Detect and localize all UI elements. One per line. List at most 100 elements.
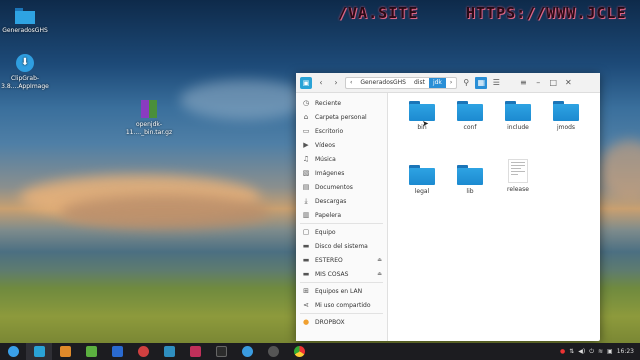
file-item-legal[interactable]: legal bbox=[402, 165, 442, 195]
photos-icon bbox=[163, 346, 175, 357]
forward-icon[interactable]: › bbox=[330, 77, 342, 89]
sidebar-item-label: Carpeta personal bbox=[315, 113, 367, 121]
sidebar-item-documentos[interactable]: ▤ Documentos bbox=[296, 180, 387, 194]
search-icon[interactable]: ⚲ bbox=[460, 77, 472, 89]
eject-icon[interactable]: ⏏ bbox=[377, 271, 382, 277]
taskbar-app-file-manager[interactable] bbox=[26, 343, 52, 360]
taskbar-app-photos[interactable] bbox=[156, 343, 182, 360]
archive-icon bbox=[141, 100, 157, 118]
eject-icon[interactable]: ⏏ bbox=[377, 257, 382, 263]
file-item-lib[interactable]: lib bbox=[450, 165, 490, 195]
breadcrumb-jdk[interactable]: jdk bbox=[428, 77, 446, 88]
drive-icon: ▬ bbox=[302, 242, 310, 250]
folder-icon bbox=[15, 8, 35, 24]
file-item-conf[interactable]: conf bbox=[450, 101, 490, 131]
sidebar-item-escritorio[interactable]: ▭ Escritorio bbox=[296, 124, 387, 138]
clock[interactable]: 16:23 bbox=[617, 348, 634, 355]
desktop-icon-openjdk[interactable]: openjdk-11...._bin.tar.gz bbox=[124, 100, 174, 137]
dropbox-icon: ● bbox=[302, 318, 310, 326]
sidebar-item-musica[interactable]: ♫ Música bbox=[296, 152, 387, 166]
back-icon[interactable]: ‹ bbox=[315, 77, 327, 89]
close-icon[interactable]: ✕ bbox=[562, 77, 574, 89]
sidebar-item-videos[interactable]: ▶ Vídeos bbox=[296, 138, 387, 152]
document-icon: ▤ bbox=[302, 183, 310, 191]
telegram-icon bbox=[241, 346, 253, 357]
breadcrumb-generadosghs[interactable]: GeneradosGHS bbox=[356, 78, 410, 88]
grid-view-icon[interactable]: ▦ bbox=[475, 76, 488, 89]
power-icon[interactable]: ⏻ bbox=[589, 348, 594, 356]
launcher-icon bbox=[7, 346, 19, 357]
trash-icon bbox=[267, 346, 279, 357]
desktop-icon-label: openjdk-11...._bin.tar.gz bbox=[125, 121, 173, 136]
sidebar-item-disco-del-sistema[interactable]: ▬ Disco del sistema bbox=[296, 239, 387, 253]
sidebar-item-imagenes[interactable]: ▧ Imágenes bbox=[296, 166, 387, 180]
desktop-icon-label: GeneradosGHS bbox=[2, 27, 48, 34]
network-icon[interactable]: ⇅ bbox=[569, 348, 574, 355]
list-view-icon[interactable]: ☰ bbox=[490, 77, 502, 89]
taskbar-app-telegram[interactable] bbox=[234, 343, 260, 360]
maximize-icon[interactable]: □ bbox=[547, 77, 559, 89]
desktop-icon-generadosghs[interactable]: GeneradosGHS bbox=[0, 8, 50, 35]
taskbar-app-terminal[interactable] bbox=[208, 343, 234, 360]
sidebar-item-papelera[interactable]: ▥ Papelera bbox=[296, 208, 387, 222]
sidebar-divider bbox=[300, 313, 383, 314]
minimize-icon[interactable]: – bbox=[532, 77, 544, 89]
computer-icon: ▢ bbox=[302, 228, 310, 236]
launcher-button[interactable] bbox=[0, 343, 26, 360]
file-item-include[interactable]: include bbox=[498, 101, 538, 131]
wifi-icon[interactable]: ≋ bbox=[598, 348, 603, 355]
sidebar-item-label: Equipo bbox=[315, 228, 336, 236]
sidebar-item-reciente[interactable]: ◷ Reciente bbox=[296, 96, 387, 110]
taskbar-app-store[interactable] bbox=[52, 343, 78, 360]
file-manager-icon bbox=[33, 346, 45, 357]
sidebar-item-mi-uso-compartido[interactable]: ⋖ Mi uso compartido bbox=[296, 298, 387, 312]
record-icon[interactable]: ● bbox=[560, 348, 565, 355]
sidebar-item-dropbox[interactable]: ● DROPBOX bbox=[296, 315, 387, 329]
file-item-jmods[interactable]: jmods bbox=[546, 101, 586, 131]
download-icon: ⤓ bbox=[304, 196, 308, 205]
sidebar-item-label: ESTEREO bbox=[315, 256, 343, 264]
sidebar-item-label: Vídeos bbox=[315, 141, 336, 149]
file-item-release[interactable]: release bbox=[498, 159, 538, 193]
desktop-icon-clipgrab[interactable]: ⬇ ClipGrab-3.8....AppImage bbox=[0, 54, 50, 91]
trash-icon: ▥ bbox=[302, 211, 310, 219]
file-label: legal bbox=[414, 188, 430, 195]
folder-icon bbox=[409, 165, 435, 185]
sidebar-item-label: Escritorio bbox=[315, 127, 344, 135]
taskbar-app-chrome[interactable] bbox=[286, 343, 312, 360]
taskbar-app-settings[interactable] bbox=[130, 343, 156, 360]
sidebar-item-mis-cosas[interactable]: ▬ MIS COSAS ⏏ bbox=[296, 267, 387, 281]
desktop-icon: ▭ bbox=[302, 127, 310, 135]
menu-icon[interactable]: ≡ bbox=[517, 77, 529, 89]
settings-icon bbox=[137, 346, 149, 357]
drive-icon: ▬ bbox=[302, 270, 310, 278]
breadcrumb-next-arrow[interactable]: › bbox=[446, 78, 456, 88]
sidebar-item-label: Mi uso compartido bbox=[315, 301, 371, 309]
notification-icon[interactable]: ▣ bbox=[607, 348, 613, 355]
taskbar-app-screenshot[interactable] bbox=[182, 343, 208, 360]
taskbar: ● ⇅ ◀) ⏻ ≋ ▣ 16:23 bbox=[0, 343, 640, 360]
breadcrumb-dist[interactable]: dist bbox=[410, 78, 429, 88]
sunset-cloud bbox=[60, 195, 270, 230]
taskbar-app-trash[interactable] bbox=[260, 343, 286, 360]
sidebar-item-equipo[interactable]: ▢ Equipo bbox=[296, 225, 387, 239]
sidebar-item-carpeta-personal[interactable]: ⌂ Carpeta personal bbox=[296, 110, 387, 124]
sidebar-item-equipos-en-lan[interactable]: ⊞ Equipos en LAN bbox=[296, 284, 387, 298]
taskbar-app-video[interactable] bbox=[104, 343, 130, 360]
sidebar-item-label: Música bbox=[315, 155, 336, 163]
sidebar-item-label: Papelera bbox=[315, 211, 342, 219]
folder-icon bbox=[409, 101, 435, 121]
volume-icon[interactable]: ◀) bbox=[578, 348, 585, 355]
sidebar-item-label: Descargas bbox=[315, 197, 347, 205]
folder-icon bbox=[457, 101, 483, 121]
sidebar-item-descargas[interactable]: ⤓ Descargas bbox=[296, 194, 387, 208]
breadcrumb-root-arrow[interactable]: ‹ bbox=[346, 78, 356, 88]
chrome-icon bbox=[293, 346, 305, 357]
sidebar-item-estereo[interactable]: ▬ ESTEREO ⏏ bbox=[296, 253, 387, 267]
mouse-cursor-icon: ➤ bbox=[422, 119, 429, 128]
file-manager-window: ▣ ‹ › ‹ GeneradosGHS dist jdk › ⚲ ▦ ☰ ≡ … bbox=[296, 73, 600, 341]
file-label: jmods bbox=[556, 124, 576, 131]
taskbar-app-editor[interactable] bbox=[78, 343, 104, 360]
sidebar-item-label: Documentos bbox=[315, 183, 353, 191]
watermark-left: /VA.SITE bbox=[338, 4, 419, 22]
